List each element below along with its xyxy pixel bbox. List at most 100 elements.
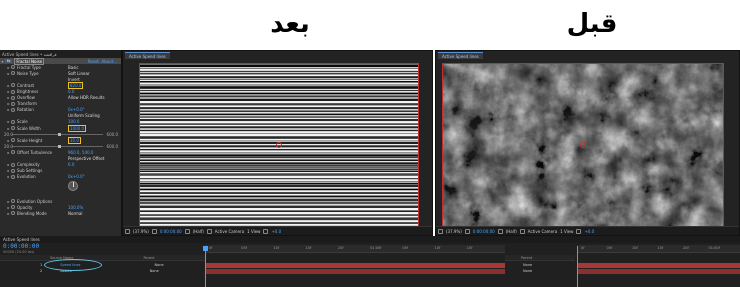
exposure-value[interactable]: +0.0 xyxy=(271,229,281,234)
layer-bar-2-before[interactable] xyxy=(578,269,740,274)
stopwatch-icon[interactable] xyxy=(11,101,15,106)
slider-min: 20.0 xyxy=(4,131,13,137)
property-option[interactable]: Normal xyxy=(68,211,82,216)
effect-property-row[interactable] xyxy=(0,180,121,192)
stopwatch-icon[interactable] xyxy=(11,126,15,131)
property-option[interactable]: Perspective Offset xyxy=(68,156,104,161)
stopwatch-icon[interactable] xyxy=(11,138,15,143)
fx-badge[interactable]: fx xyxy=(5,59,13,64)
exposure-value[interactable]: +0.0 xyxy=(584,229,594,234)
col-parent[interactable]: Parent xyxy=(521,256,532,260)
after-caption: بعد xyxy=(270,9,310,39)
property-label: Blending Mode xyxy=(17,210,47,216)
stopwatch-icon[interactable] xyxy=(11,83,15,88)
timeline-tab[interactable]: Active Speed lines xyxy=(0,236,505,243)
property-option[interactable]: Soft Linear xyxy=(68,71,90,76)
snapshot-icon[interactable] xyxy=(464,228,470,234)
stopwatch-icon[interactable] xyxy=(11,119,15,124)
zoom-dropdown[interactable]: (37.9%) xyxy=(133,229,149,234)
time-ruler-before[interactable]: 0f 05f 10f 15f 20f 01:00f xyxy=(577,245,740,253)
about-link[interactable]: About... xyxy=(101,59,117,64)
property-option[interactable]: Basic xyxy=(68,65,79,70)
effect-property-row[interactable]: ▸ Blending Mode Normal xyxy=(0,210,121,216)
grid-icon[interactable] xyxy=(125,228,130,234)
timeline-tab-before[interactable] xyxy=(505,236,740,243)
region-icon[interactable] xyxy=(519,228,525,234)
col-parent[interactable]: Parent xyxy=(143,256,154,260)
view-layout-dropdown[interactable]: 1 View xyxy=(560,229,573,234)
property-label: Opacity xyxy=(17,204,33,210)
grid-icon[interactable] xyxy=(438,228,443,234)
layer-bar-1[interactable] xyxy=(206,263,505,268)
property-value[interactable]: 0x+0.0° xyxy=(68,174,85,179)
stopwatch-icon[interactable] xyxy=(11,107,15,112)
ruler-tick-label: 10f xyxy=(434,246,441,250)
comp-tab-before[interactable]: Active Speed lines xyxy=(438,52,483,59)
ruler-tick-label: 05f xyxy=(606,246,613,250)
stopwatch-icon[interactable] xyxy=(11,71,15,76)
property-value[interactable]: 0x+0.0° xyxy=(68,107,85,112)
stopwatch-icon[interactable] xyxy=(11,162,15,167)
cti-handle-icon[interactable] xyxy=(203,246,208,251)
parent-dropdown[interactable]: None xyxy=(154,263,163,267)
anchor-point-after[interactable] xyxy=(276,142,282,148)
anchor-point-before[interactable] xyxy=(580,142,586,148)
stopwatch-icon[interactable] xyxy=(11,65,15,70)
comp-footer-before: (37.9%) 0:00:00:00 (Half) Active Camera … xyxy=(436,226,739,235)
layer-row-2-before[interactable]: None xyxy=(505,268,575,274)
slider-min: 20.0 xyxy=(4,143,13,149)
zoom-dropdown[interactable]: (37.9%) xyxy=(446,229,462,234)
channel-icon[interactable] xyxy=(263,228,269,234)
property-slider[interactable] xyxy=(12,132,103,136)
highlight-oval xyxy=(44,259,102,271)
property-label: Scale Width xyxy=(17,125,41,131)
evolution-dial-icon[interactable] xyxy=(68,180,78,191)
property-value[interactable]: 960.0, 540.0 xyxy=(68,150,93,155)
layer-row-2[interactable]: 2 Assets None xyxy=(0,268,205,274)
resolution-dropdown[interactable]: (Half) xyxy=(193,229,204,234)
ruler-tick-label: 20f xyxy=(337,246,344,250)
property-option[interactable]: Allow HDR Results xyxy=(68,95,105,100)
stopwatch-icon[interactable] xyxy=(11,89,15,94)
time-ruler[interactable]: 0f 05f 10f 15f 20f 01:00f 05f 10f 15f xyxy=(205,245,505,253)
reset-link[interactable]: Reset xyxy=(88,59,99,64)
ruler-tick-label: 05f xyxy=(402,246,409,250)
effect-properties: ▸ Fractal Type Basic ▸ Noise Type Soft Linear… xyxy=(0,64,121,216)
property-value[interactable]: 6.0 xyxy=(68,162,74,167)
stopwatch-icon[interactable] xyxy=(11,150,15,155)
layer-bar-1-before[interactable] xyxy=(578,263,740,268)
property-option[interactable]: Uniform Scaling xyxy=(68,113,100,118)
snapshot-icon[interactable] xyxy=(151,228,157,234)
effect-controls-tab-label: Active Speed lines • فراقشة xyxy=(2,51,57,57)
camera-icon[interactable] xyxy=(497,228,503,234)
parent-dropdown[interactable]: None xyxy=(150,269,159,273)
comp-tab-after[interactable]: Active Speed lines xyxy=(125,52,170,59)
stopwatch-icon[interactable] xyxy=(11,211,15,216)
property-value[interactable]: 0.0 xyxy=(68,89,74,94)
channel-icon[interactable] xyxy=(576,228,582,234)
stopwatch-icon[interactable] xyxy=(11,95,15,100)
region-icon[interactable] xyxy=(206,228,212,234)
view-layout-dropdown[interactable]: 1 View xyxy=(247,229,260,234)
resolution-dropdown[interactable]: (Half) xyxy=(506,229,517,234)
layer-bar-2[interactable] xyxy=(206,269,505,274)
timeline-current-time[interactable]: 0:00:00:00 xyxy=(3,243,39,250)
stopwatch-icon[interactable] xyxy=(11,205,15,210)
composition-panel-before: Active Speed lines (37.9%) 0:00:00:00 (H… xyxy=(435,50,740,236)
camera-dropdown[interactable]: Active Camera xyxy=(528,229,557,234)
current-time-display[interactable]: 0:00:00:00 xyxy=(473,229,495,234)
stopwatch-icon[interactable] xyxy=(11,168,15,173)
property-label: Brightness xyxy=(17,89,39,95)
stopwatch-icon[interactable] xyxy=(11,199,15,204)
stopwatch-icon[interactable] xyxy=(11,174,15,179)
parent-dropdown[interactable]: None xyxy=(523,269,532,273)
camera-icon[interactable] xyxy=(184,228,190,234)
property-slider[interactable] xyxy=(12,144,103,148)
parent-dropdown[interactable]: None xyxy=(523,263,532,267)
property-label: Sub Settings xyxy=(17,168,43,174)
ruler-tick-label: 10f xyxy=(273,246,280,250)
property-value[interactable]: 100.0% xyxy=(68,205,83,210)
current-time-display[interactable]: 0:00:00:00 xyxy=(160,229,182,234)
ruler-tick-label: 10f xyxy=(632,246,638,250)
camera-dropdown[interactable]: Active Camera xyxy=(215,229,244,234)
